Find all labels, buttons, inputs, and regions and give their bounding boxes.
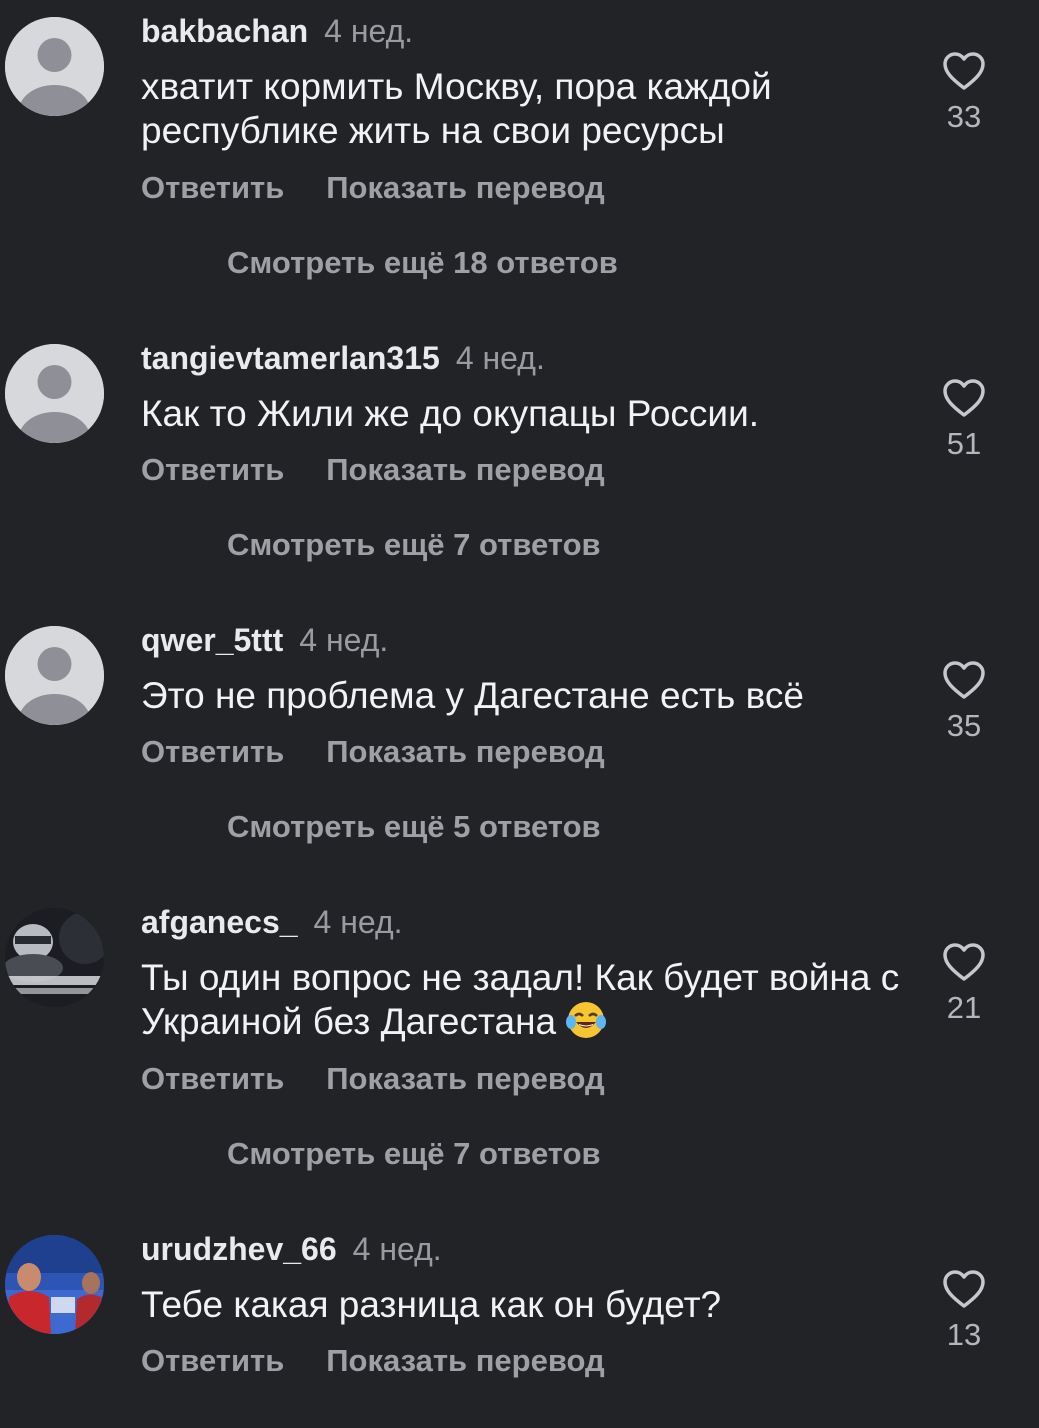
username[interactable]: tangievtamerlan315 xyxy=(141,340,440,376)
show-translation-button[interactable]: Показать перевод xyxy=(326,1061,604,1096)
reply-button[interactable]: Ответить xyxy=(141,452,284,487)
comment-age: 4 нед. xyxy=(324,13,414,49)
view-replies-button[interactable]: Смотреть ещё 7 ответов xyxy=(227,1136,601,1172)
view-replies-button[interactable]: Смотреть ещё 5 ответов xyxy=(227,809,601,845)
heart-outline-icon[interactable] xyxy=(942,942,986,982)
like-control: 51 xyxy=(924,378,1004,462)
view-replies-button[interactable]: Смотреть ещё 18 ответов xyxy=(227,245,618,281)
comment-text-body: Ты один вопрос не задал! Как будет война… xyxy=(141,957,900,1042)
show-translation-button[interactable]: Показать перевод xyxy=(326,1343,604,1378)
user-avatar[interactable] xyxy=(5,626,104,725)
username[interactable]: afganecs_ xyxy=(141,904,298,940)
comment-text: Тебе какая разница как он будет? xyxy=(141,1284,722,1325)
user-avatar[interactable] xyxy=(5,344,104,443)
username[interactable]: qwer_5ttt xyxy=(141,622,283,658)
show-translation-button[interactable]: Показать перевод xyxy=(326,734,604,769)
like-count: 51 xyxy=(946,426,982,461)
reply-button[interactable]: Ответить xyxy=(141,1343,284,1378)
comment-age: 4 нед. xyxy=(313,904,403,940)
like-control: 33 xyxy=(924,51,1004,135)
comments-list: bakbachan 4 нед. хватит кормить Москву, п… xyxy=(0,0,1039,1428)
photo-avatar-fighter-icon xyxy=(5,1235,104,1334)
reply-button[interactable]: Ответить xyxy=(141,170,284,205)
username[interactable]: bakbachan xyxy=(141,13,308,49)
comment-text: Как то Жили же до окупацы России. xyxy=(141,393,760,434)
comment-age: 4 нед. xyxy=(352,1231,442,1267)
comment-text: Ты один вопрос не задал! Как будет война… xyxy=(141,956,901,1044)
default-avatar-icon xyxy=(5,344,104,443)
default-avatar-icon xyxy=(5,17,104,116)
photo-avatar-dark-icon xyxy=(5,908,104,1007)
user-avatar[interactable] xyxy=(5,1235,104,1334)
default-avatar-icon xyxy=(5,626,104,725)
show-translation-button[interactable]: Показать перевод xyxy=(326,452,604,487)
username[interactable]: urudzhev_66 xyxy=(141,1231,337,1267)
comment-text: Это не проблема у Дагестане есть всё xyxy=(141,675,804,716)
comment-age: 4 нед. xyxy=(455,340,545,376)
like-count: 33 xyxy=(946,99,982,134)
reply-button[interactable]: Ответить xyxy=(141,1061,284,1096)
user-avatar[interactable] xyxy=(5,908,104,1007)
heart-outline-icon[interactable] xyxy=(942,51,986,91)
heart-outline-icon[interactable] xyxy=(942,1269,986,1309)
comment-age: 4 нед. xyxy=(299,622,389,658)
like-count: 13 xyxy=(946,1317,982,1352)
like-count: 35 xyxy=(946,708,982,743)
show-translation-button[interactable]: Показать перевод xyxy=(326,170,604,205)
user-avatar[interactable] xyxy=(5,17,104,116)
like-control: 21 xyxy=(924,942,1004,1026)
like-count: 21 xyxy=(946,990,982,1025)
heart-outline-icon[interactable] xyxy=(942,660,986,700)
reply-button[interactable]: Ответить xyxy=(141,734,284,769)
view-replies-button[interactable]: Смотреть ещё 7 ответов xyxy=(227,527,601,563)
like-control: 35 xyxy=(924,660,1004,744)
like-control: 13 xyxy=(924,1269,1004,1353)
tears-of-joy-emoji-icon xyxy=(566,1002,607,1038)
comment-text: хватит кормить Москву, пора каждой респу… xyxy=(141,66,772,151)
heart-outline-icon[interactable] xyxy=(942,378,986,418)
